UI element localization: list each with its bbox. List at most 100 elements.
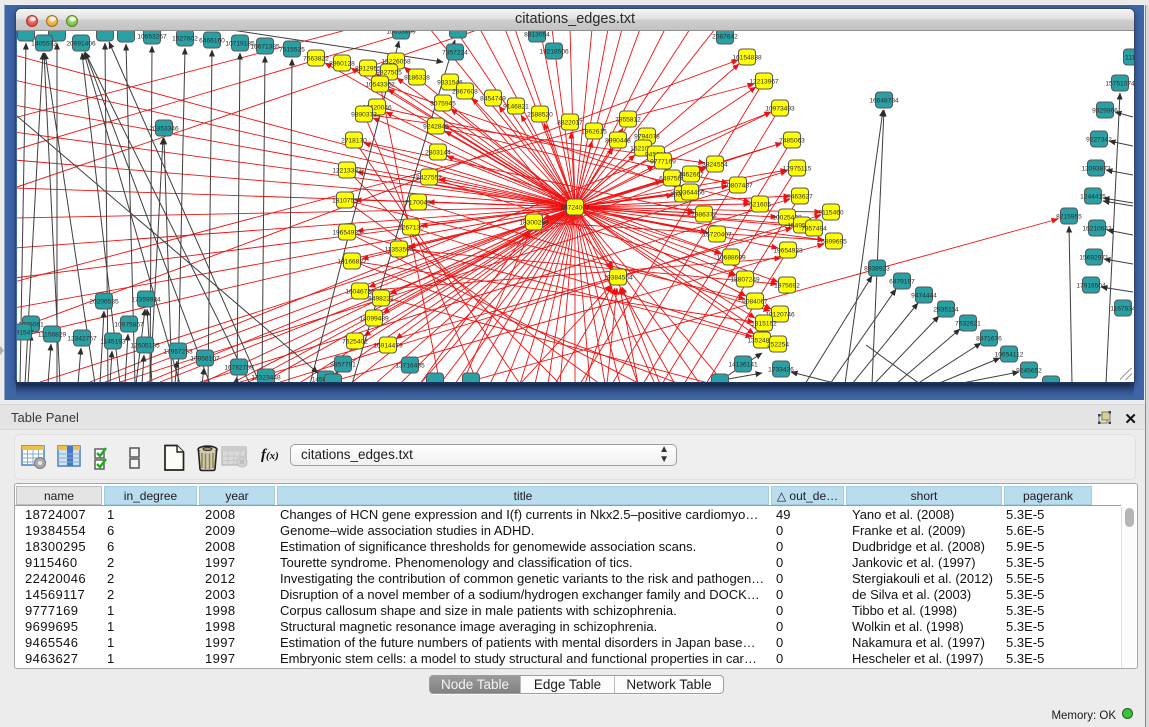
svg-text:12975115: 12975115 — [783, 166, 812, 173]
svg-text:7955812: 7955812 — [615, 117, 641, 124]
svg-text:9115460: 9115460 — [818, 210, 844, 217]
svg-text:12093873: 12093873 — [1081, 166, 1111, 173]
svg-text:8960128: 8960128 — [329, 61, 355, 68]
svg-text:7663822: 7663822 — [303, 56, 329, 63]
svg-text:18724007: 18724007 — [560, 205, 590, 212]
svg-text:9227342: 9227342 — [1086, 137, 1112, 144]
svg-text:1733426: 1733426 — [768, 367, 794, 374]
svg-text:20353346: 20353346 — [149, 126, 179, 133]
svg-text:10973493: 10973493 — [765, 106, 795, 113]
svg-text:18300295: 18300295 — [519, 220, 549, 227]
svg-text:19654933: 19654933 — [332, 230, 362, 237]
svg-text:2935114: 2935114 — [933, 307, 959, 314]
svg-text:7625402: 7625402 — [342, 339, 368, 346]
svg-text:7170045: 7170045 — [405, 200, 431, 207]
svg-text:391547: 391547 — [17, 330, 34, 337]
svg-text:2803144: 2803144 — [425, 150, 451, 157]
svg-text:8186328: 8186328 — [404, 75, 430, 82]
svg-text:15751074: 15751074 — [1105, 81, 1134, 88]
svg-text:17916504: 17916504 — [1076, 283, 1106, 290]
svg-text:19654923: 19654923 — [773, 248, 803, 255]
svg-text:20364456: 20364456 — [675, 190, 705, 197]
svg-text:10654112: 10654112 — [995, 352, 1024, 359]
svg-text:16782759: 16782759 — [224, 365, 254, 372]
svg-text:7957494: 7957494 — [801, 226, 827, 233]
svg-text:19384554: 19384554 — [603, 275, 633, 282]
svg-text:12505135: 12505135 — [130, 343, 160, 350]
svg-text:10053809: 10053809 — [386, 31, 416, 36]
svg-text:1167534: 1167534 — [1110, 306, 1134, 313]
svg-text:9794078: 9794078 — [634, 134, 660, 141]
svg-text:9146821: 9146821 — [503, 104, 529, 111]
svg-text:14099489: 14099489 — [359, 316, 389, 323]
svg-text:17957253: 17957253 — [163, 349, 193, 356]
svg-text:15692971: 15692971 — [1079, 255, 1109, 262]
svg-text:10653267: 10653267 — [137, 34, 167, 41]
svg-text:6466160: 6466160 — [199, 38, 225, 45]
svg-text:2087642: 2087642 — [712, 34, 738, 41]
svg-text:10688609: 10688609 — [716, 255, 746, 262]
svg-text:16671385: 16671385 — [250, 44, 280, 51]
svg-text:9890372: 9890372 — [351, 112, 377, 119]
svg-text:16154838: 16154838 — [732, 55, 762, 62]
svg-text:9463627: 9463627 — [787, 194, 813, 201]
svg-text:10543362: 10543362 — [365, 82, 395, 89]
svg-text:7485063: 7485063 — [779, 138, 805, 145]
svg-text:621605: 621605 — [749, 202, 771, 209]
svg-text:3824554: 3824554 — [702, 162, 728, 169]
svg-text:3075945: 3075945 — [430, 101, 456, 108]
svg-text:12323448: 12323448 — [251, 375, 281, 382]
svg-text:10975857: 10975857 — [114, 322, 144, 329]
svg-text:1975692: 1975692 — [774, 283, 800, 290]
svg-text:18807249: 18807249 — [730, 277, 760, 284]
svg-text:11353594: 11353594 — [385, 247, 414, 254]
svg-text:10807487: 10807487 — [723, 183, 753, 190]
svg-text:1145193: 1145193 — [100, 339, 126, 346]
svg-text:1117: 1117 — [1125, 55, 1134, 62]
svg-text:252254: 252254 — [767, 342, 789, 349]
svg-text:7515525: 7515525 — [279, 47, 305, 54]
svg-text:15720407: 15720407 — [702, 232, 732, 239]
svg-text:16046736: 16046736 — [345, 289, 375, 296]
svg-text:8498222: 8498222 — [368, 296, 394, 303]
svg-text:9857791: 9857791 — [330, 362, 356, 369]
svg-text:7357224: 7357224 — [442, 50, 468, 57]
svg-text:12213382: 12213382 — [332, 168, 362, 175]
svg-text:16914479: 16914479 — [373, 343, 403, 350]
svg-text:3267130: 3267130 — [398, 225, 424, 232]
svg-text:11156829: 11156829 — [38, 332, 67, 339]
svg-text:1244415: 1244415 — [1080, 194, 1106, 201]
svg-text:8215955: 8215955 — [1056, 214, 1082, 221]
svg-text:1810755: 1810755 — [332, 198, 358, 205]
svg-text:9777169: 9777169 — [650, 159, 676, 166]
svg-text:14136141: 14136141 — [728, 362, 758, 369]
svg-text:2718170: 2718170 — [341, 138, 367, 145]
svg-text:7632621: 7632621 — [955, 321, 981, 328]
svg-text:12213967: 12213967 — [749, 79, 779, 86]
svg-text:8813054: 8813054 — [524, 32, 550, 39]
svg-text:13716485: 13716485 — [395, 363, 425, 370]
svg-text:8990448: 8990448 — [605, 138, 631, 145]
svg-text:9242848: 9242848 — [423, 124, 449, 131]
svg-text:1405572: 1405572 — [31, 41, 57, 48]
svg-text:8471676: 8471676 — [976, 336, 1002, 343]
svg-text:9084067: 9084067 — [742, 299, 768, 306]
svg-text:1962615: 1962615 — [581, 129, 607, 136]
svg-text:16210643: 16210643 — [1082, 226, 1112, 233]
svg-text:8454749: 8454749 — [480, 96, 506, 103]
svg-text:19218506: 19218506 — [539, 49, 569, 56]
svg-text:9474444: 9474444 — [911, 293, 937, 300]
svg-text:10958107: 10958107 — [190, 356, 220, 363]
svg-text:20691406: 20691406 — [66, 41, 96, 48]
svg-text:19166827: 19166827 — [337, 259, 367, 266]
svg-text:12342757: 12342757 — [67, 336, 97, 343]
svg-text:1815152: 1815152 — [751, 321, 777, 328]
svg-text:17359934: 17359934 — [131, 297, 161, 304]
svg-text:6479197: 6479197 — [889, 279, 915, 286]
svg-text:8822017: 8822017 — [557, 120, 583, 127]
svg-text:9245652: 9245652 — [1016, 368, 1042, 375]
svg-text:8427552: 8427552 — [416, 175, 442, 182]
svg-text:9329966: 9329966 — [1092, 108, 1118, 115]
svg-text:7986372: 7986372 — [691, 212, 717, 219]
svg-text:9327505: 9327505 — [376, 70, 402, 77]
